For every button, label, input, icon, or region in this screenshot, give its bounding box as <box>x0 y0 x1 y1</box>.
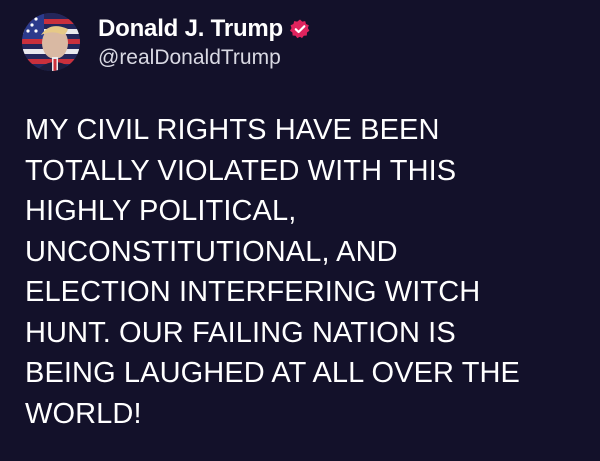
verified-badge-icon <box>289 18 311 40</box>
author-handle[interactable]: @realDonaldTrump <box>98 46 311 70</box>
author-display-name[interactable]: Donald J. Trump <box>98 15 283 43</box>
author-identity: Donald J. Trump @realDonaldTrump <box>98 14 311 70</box>
avatar-image <box>22 13 80 71</box>
post-card: Donald J. Trump @realDonaldTrump MY CIVI… <box>0 0 600 461</box>
name-row: Donald J. Trump <box>98 14 311 44</box>
post-header: Donald J. Trump @realDonaldTrump <box>22 12 311 72</box>
post-text: MY CIVIL RIGHTS HAVE BEEN TOTALLY VIOLAT… <box>25 114 520 430</box>
avatar[interactable] <box>22 13 80 71</box>
